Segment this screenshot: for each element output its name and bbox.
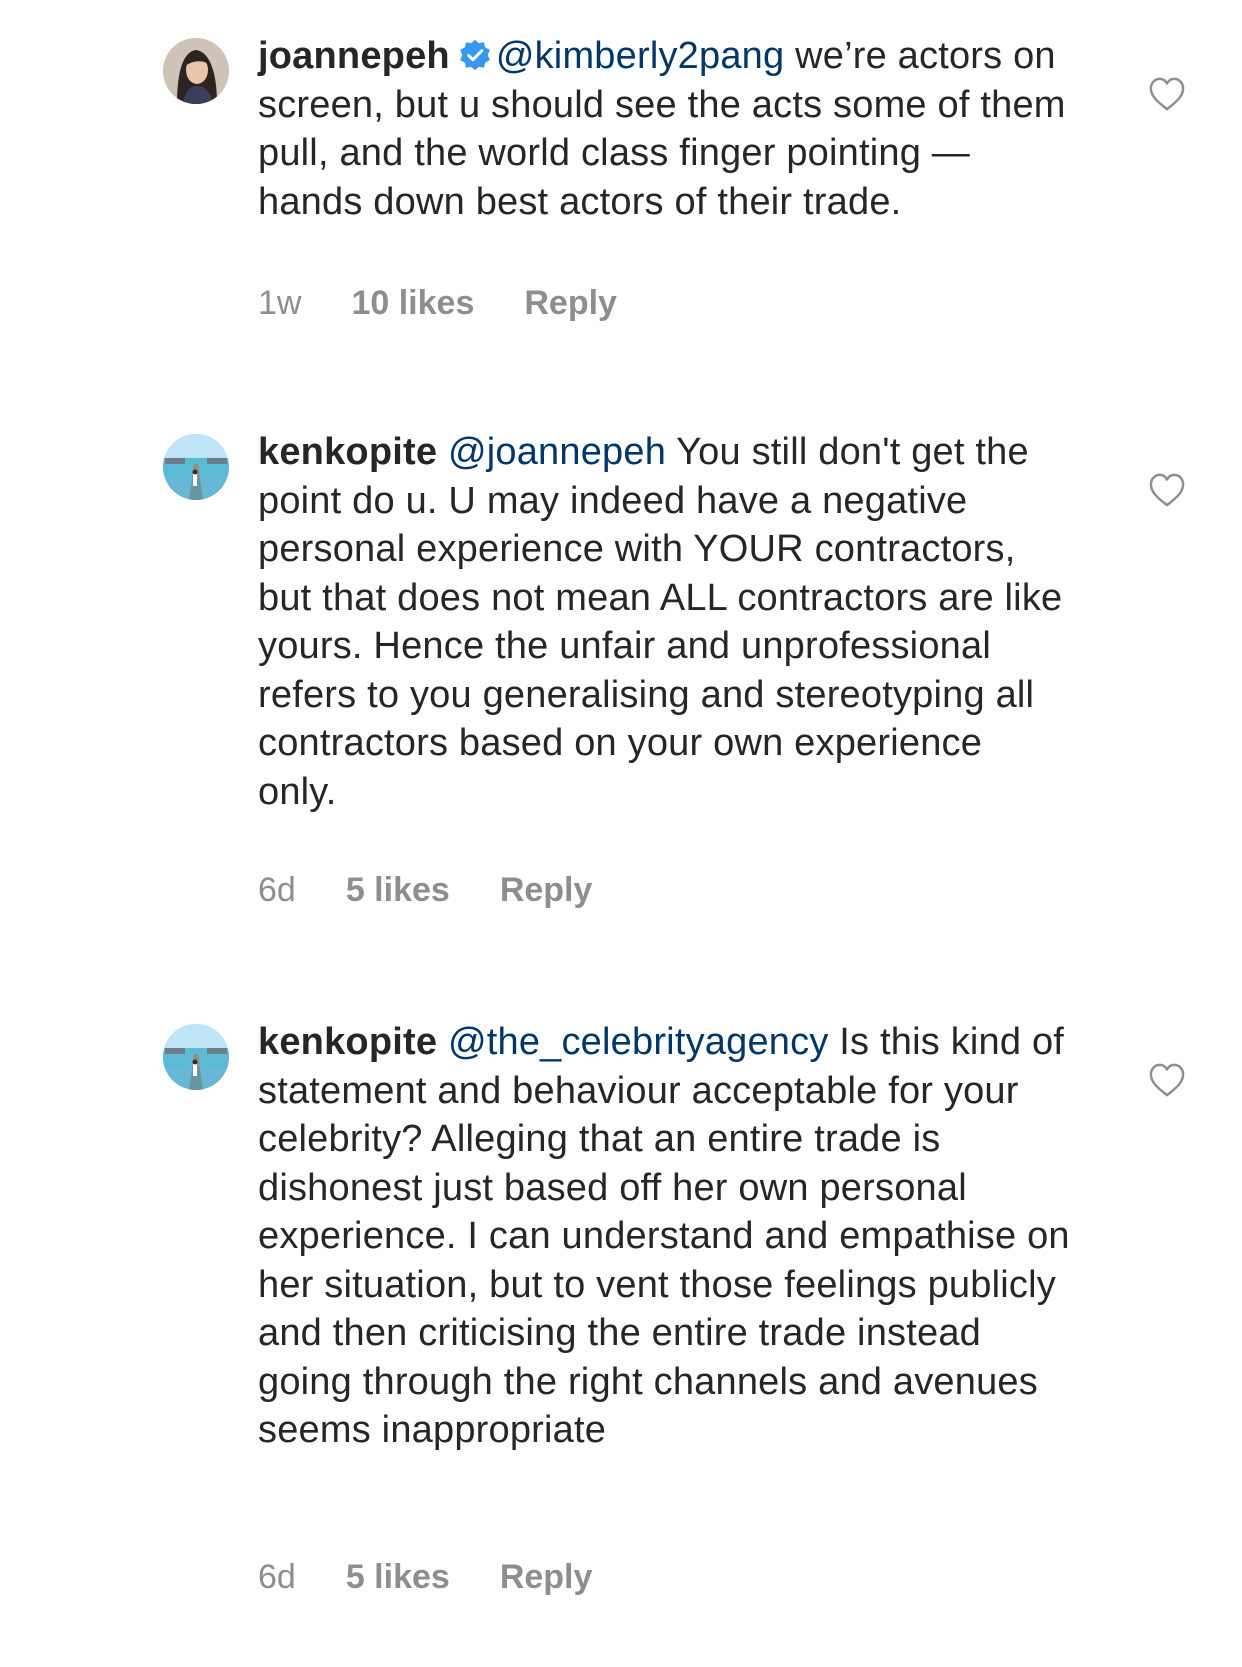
comment-meta: 1w 10 likes Reply xyxy=(258,281,617,325)
comment-body: joannepeh @kimberly2pang we’re actors on … xyxy=(258,32,1070,226)
comment-meta: 6d 5 likes Reply xyxy=(258,1555,592,1599)
comment-text: Is this kind of statement and behaviour … xyxy=(258,1021,1070,1451)
comment-likes[interactable]: 5 likes xyxy=(346,1558,450,1597)
comment-body: kenkopite @joannepeh You still don't get… xyxy=(258,428,1070,816)
beach-pier-avatar-icon xyxy=(163,434,229,500)
reply-button[interactable]: Reply xyxy=(500,1558,593,1597)
comment-time: 6d xyxy=(258,1557,296,1596)
heart-icon xyxy=(1149,77,1185,111)
comment-username[interactable]: joannepeh xyxy=(258,35,450,77)
heart-icon xyxy=(1149,473,1185,507)
comment-text: You still don't get the point do u. U ma… xyxy=(258,431,1063,813)
comment-time: 1w xyxy=(258,283,302,322)
comment-username[interactable]: kenkopite xyxy=(258,1021,437,1063)
like-heart-button[interactable] xyxy=(1148,76,1186,112)
heart-icon xyxy=(1149,1063,1185,1097)
like-heart-button[interactable] xyxy=(1148,1062,1186,1098)
comment-likes[interactable]: 5 likes xyxy=(346,871,450,910)
comment-meta: 6d 5 likes Reply xyxy=(258,868,592,912)
comment-time: 6d xyxy=(258,870,296,909)
comment-body: kenkopite @the_celebrityagency Is this k… xyxy=(258,1018,1070,1455)
reply-button[interactable]: Reply xyxy=(524,284,617,323)
comment-mention[interactable]: @kimberly2pang xyxy=(496,35,785,77)
comment-likes[interactable]: 10 likes xyxy=(351,284,474,323)
reply-button[interactable]: Reply xyxy=(500,871,593,910)
woman-portrait-avatar-icon xyxy=(163,38,229,104)
like-heart-button[interactable] xyxy=(1148,472,1186,508)
beach-pier-avatar-icon xyxy=(163,1024,229,1090)
comment-mention[interactable]: @joannepeh xyxy=(448,431,666,473)
avatar[interactable] xyxy=(163,38,229,104)
verified-badge-icon xyxy=(459,39,490,71)
avatar[interactable] xyxy=(163,1024,229,1090)
comment-username[interactable]: kenkopite xyxy=(258,431,437,473)
avatar[interactable] xyxy=(163,434,229,500)
comment-mention[interactable]: @the_celebrityagency xyxy=(448,1021,829,1063)
